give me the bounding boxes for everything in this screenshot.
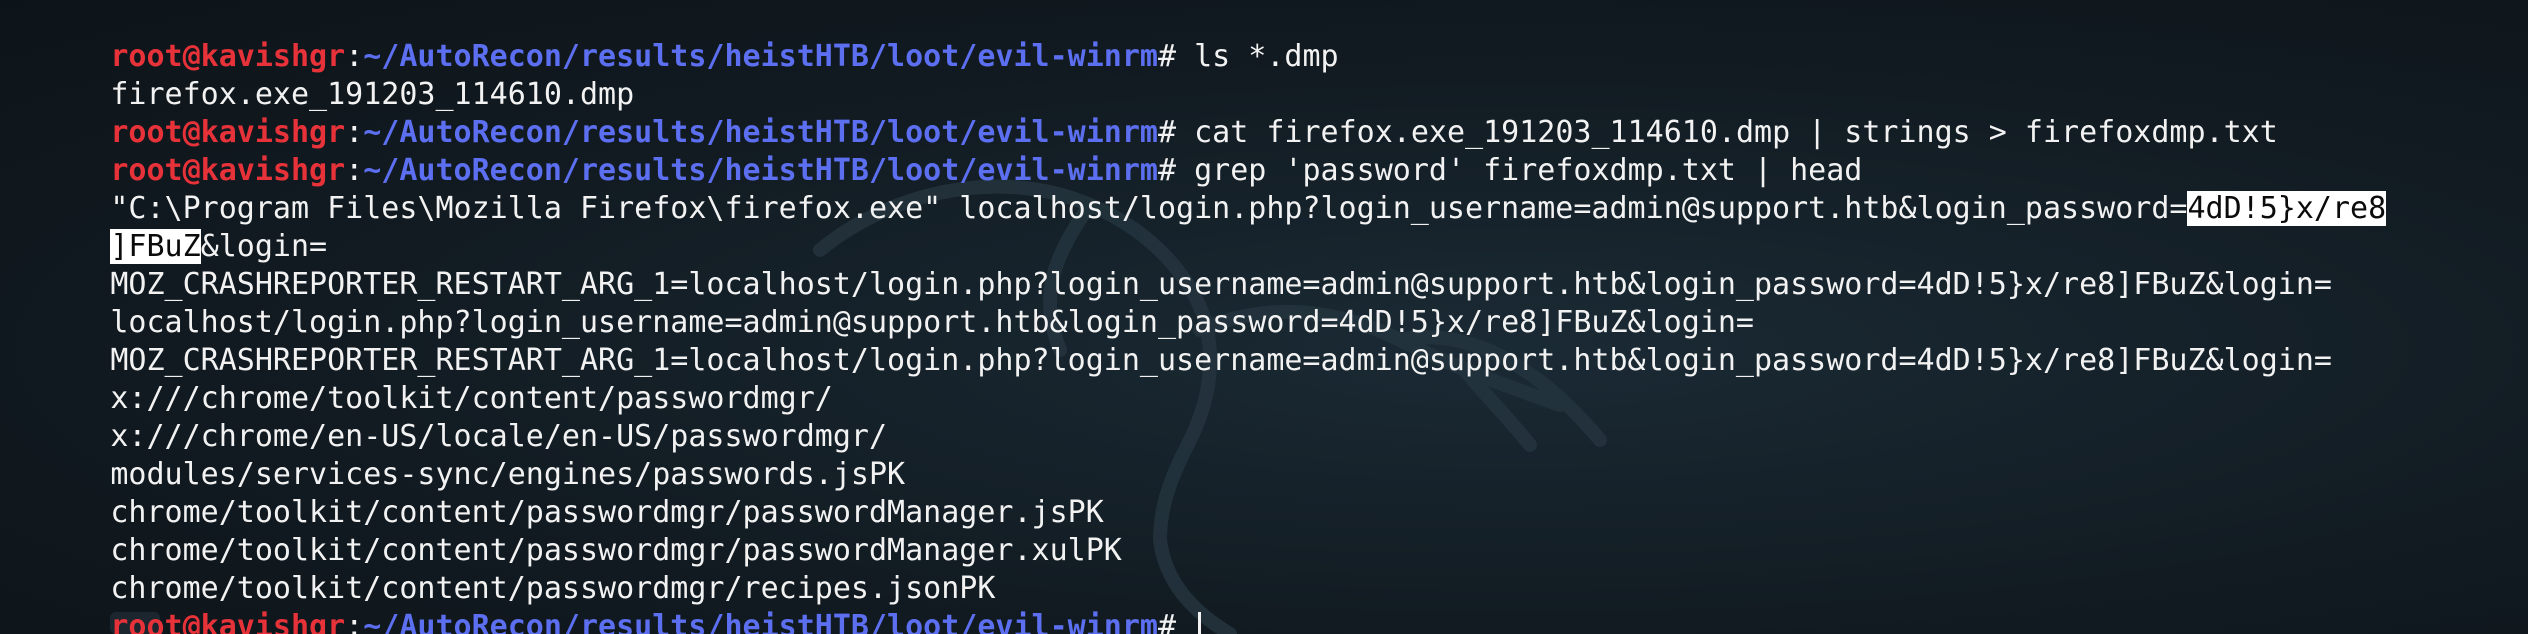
selected-text[interactable]: ]FBuZ: [110, 229, 201, 264]
output-text: x:///chrome/en-US/locale/en-US/passwordm…: [110, 419, 888, 454]
output-text: chrome/toolkit/content/passwordmgr/recip…: [110, 571, 996, 606]
output-text: MOZ_CRASHREPORTER_RESTART_ARG_1=localhos…: [110, 267, 2332, 302]
prompt-path: ~/AutoRecon/results/heistHTB/loot/evil-w…: [363, 609, 1158, 634]
prompt-symbol: #: [1157, 609, 1195, 634]
selected-text[interactable]: 4dD!5}x/re8: [2187, 191, 2387, 226]
prompt-separator: :: [345, 609, 364, 634]
prompt-user-host: root@kavishgr: [110, 115, 346, 150]
output-text: firefox.exe_191203_114610.dmp: [110, 77, 635, 112]
command-text: grep 'password' firefoxdmp.txt | head: [1194, 153, 1863, 188]
command-text: cat firefox.exe_191203_114610.dmp | stri…: [1194, 115, 2278, 150]
output-text: modules/services-sync/engines/passwords.…: [110, 457, 906, 492]
prompt-user-host: root@kavishgr: [110, 153, 346, 188]
output-text: x:///chrome/toolkit/content/passwordmgr/: [110, 381, 833, 416]
output-text: chrome/toolkit/content/passwordmgr/passw…: [110, 533, 1122, 568]
prompt-path: ~/AutoRecon/results/heistHTB/loot/evil-w…: [363, 153, 1158, 188]
text-cursor: [1198, 611, 1202, 634]
output-text: &login=: [200, 229, 328, 264]
prompt-separator: :: [345, 153, 364, 188]
prompt-symbol: #: [1157, 115, 1195, 150]
prompt-path: ~/AutoRecon/results/heistHTB/loot/evil-w…: [363, 115, 1158, 150]
prompt-symbol: #: [1157, 39, 1195, 74]
prompt-path: ~/AutoRecon/results/heistHTB/loot/evil-w…: [363, 39, 1158, 74]
prompt-separator: :: [345, 39, 364, 74]
prompt-separator: :: [345, 115, 364, 150]
terminal-window[interactable]: root@kavishgr:~/AutoRecon/results/heistH…: [0, 0, 2528, 634]
command-text: ls *.dmp: [1194, 39, 1339, 74]
terminal-output: root@kavishgr:~/AutoRecon/results/heistH…: [2, 0, 2387, 634]
output-text: chrome/toolkit/content/passwordmgr/passw…: [110, 495, 1104, 530]
output-text: "C:\Program Files\Mozilla Firefox\firefo…: [110, 191, 2188, 226]
prompt-user-host: root@kavishgr: [110, 609, 346, 634]
output-text: localhost/login.php?login_username=admin…: [110, 305, 1754, 340]
prompt-user-host: root@kavishgr: [110, 39, 346, 74]
output-line: MOZ_CRASHREPORTER_RESTART_ARG_1=localhos…: [2, 228, 2386, 302]
prompt-symbol: #: [1157, 153, 1195, 188]
command-line: root@kavishgr:~/AutoRecon/results/heistH…: [2, 0, 2386, 74]
output-text: MOZ_CRASHREPORTER_RESTART_ARG_1=localhos…: [110, 343, 2332, 378]
